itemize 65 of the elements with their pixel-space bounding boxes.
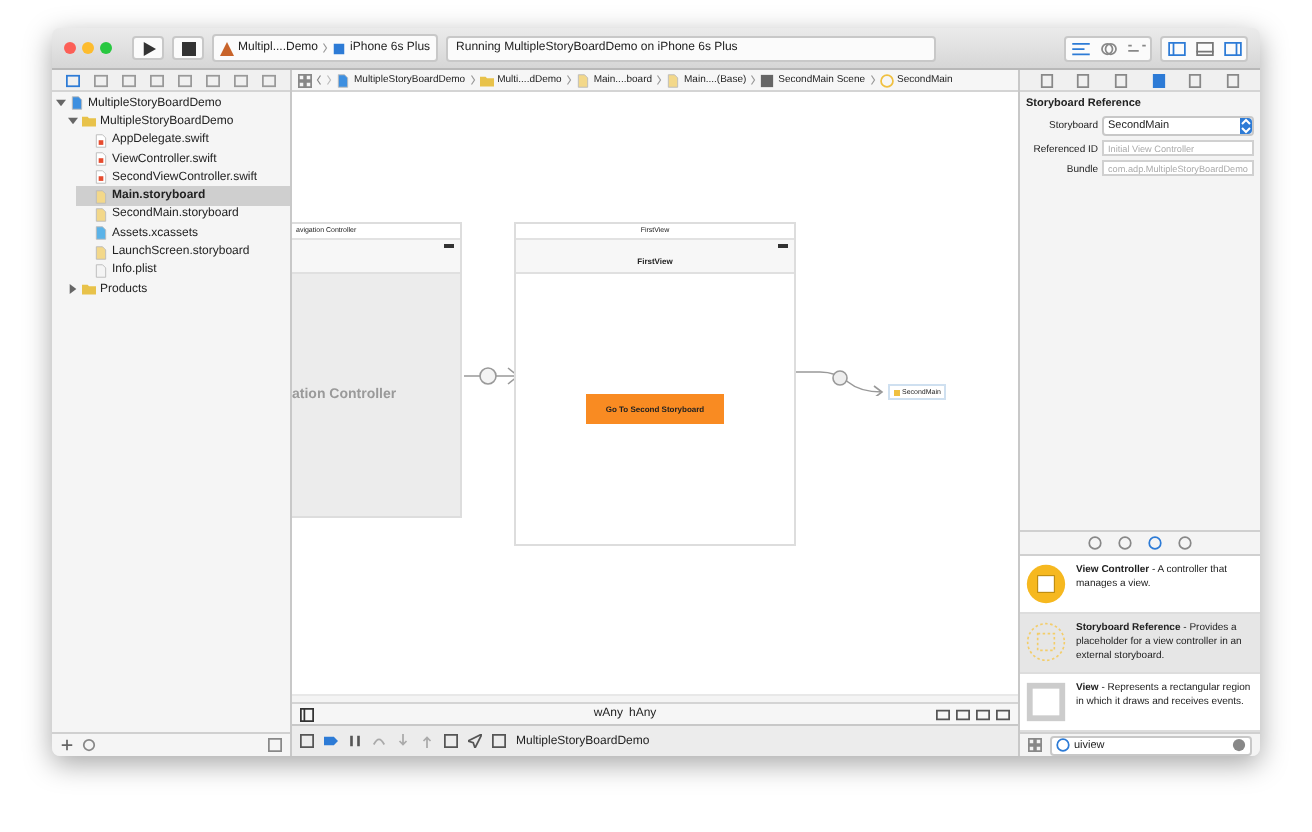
popup-arrows-icon bbox=[1240, 118, 1252, 134]
run-button[interactable] bbox=[132, 36, 164, 60]
standard-editor-button[interactable] bbox=[1066, 37, 1094, 59]
step-out-icon[interactable] bbox=[420, 734, 434, 748]
step-in-icon[interactable] bbox=[396, 734, 410, 748]
breakpoints-icon[interactable] bbox=[324, 734, 338, 748]
scene-icon bbox=[760, 73, 775, 87]
zoom-button[interactable] bbox=[100, 42, 112, 54]
disclosure-icon[interactable] bbox=[68, 284, 78, 295]
debug-toggle-button[interactable] bbox=[1190, 37, 1218, 59]
rings-icon bbox=[1099, 41, 1117, 55]
library-tab-icon[interactable] bbox=[1088, 536, 1102, 550]
chevron-icon bbox=[322, 42, 329, 54]
inspector-tab-icon[interactable] bbox=[1114, 73, 1129, 87]
file-icon bbox=[70, 96, 84, 111]
panel-icon bbox=[1223, 41, 1241, 55]
library-tab-icon[interactable] bbox=[1118, 536, 1132, 550]
inspector-tab-icon[interactable] bbox=[1076, 73, 1091, 87]
view-controller-icon bbox=[1026, 564, 1066, 604]
panel-icon bbox=[1195, 41, 1213, 55]
stop-icon bbox=[181, 41, 195, 55]
outline-toggle-icon[interactable] bbox=[300, 707, 314, 721]
object-library-icon[interactable] bbox=[1148, 536, 1162, 550]
pause-icon[interactable] bbox=[348, 734, 362, 748]
library-tab-icon[interactable] bbox=[1178, 536, 1192, 550]
lines-icon bbox=[1071, 41, 1089, 55]
back-icon[interactable] bbox=[316, 74, 322, 86]
chevron-icon bbox=[469, 74, 476, 86]
swift-file-icon bbox=[94, 133, 108, 148]
add-icon[interactable] bbox=[60, 738, 74, 752]
chevron-icon bbox=[565, 74, 572, 86]
attributes-inspector-icon[interactable] bbox=[1151, 73, 1166, 87]
forward-icon[interactable] bbox=[326, 74, 332, 86]
stop-button[interactable] bbox=[172, 36, 204, 60]
segue-arrow bbox=[796, 368, 888, 396]
grid-icon[interactable] bbox=[298, 73, 312, 87]
folder-tab-icon[interactable] bbox=[66, 73, 81, 87]
folder-icon bbox=[82, 114, 96, 129]
reference-icon bbox=[879, 73, 894, 87]
chevron-icon bbox=[656, 74, 663, 86]
inspector-tab-icon[interactable] bbox=[1039, 73, 1054, 87]
device-icon bbox=[332, 41, 347, 55]
chevron-icon bbox=[750, 74, 757, 86]
view-icon bbox=[1026, 682, 1066, 722]
close-button[interactable] bbox=[64, 42, 76, 54]
play-icon bbox=[141, 41, 155, 55]
storyboard-reference-icon bbox=[1026, 622, 1066, 662]
console-toggle-icon[interactable] bbox=[300, 734, 314, 748]
swift-file-icon bbox=[94, 170, 108, 185]
inspector-tab-icon[interactable] bbox=[1188, 73, 1203, 87]
utilities-toggle-button[interactable] bbox=[1218, 37, 1246, 59]
step-icon[interactable] bbox=[372, 734, 386, 748]
arrows-icon bbox=[1127, 41, 1145, 55]
filter-icon bbox=[1056, 738, 1070, 752]
filter-icon[interactable] bbox=[82, 738, 96, 752]
grid-view-icon[interactable] bbox=[1028, 738, 1042, 752]
view-debugger-icon[interactable] bbox=[444, 734, 458, 748]
swift-file-icon bbox=[94, 152, 108, 167]
inspector-tab-icon[interactable] bbox=[1226, 73, 1241, 87]
navigator-toggle-button[interactable] bbox=[1162, 37, 1190, 59]
location-icon[interactable] bbox=[468, 734, 482, 748]
chevron-icon bbox=[869, 74, 876, 86]
panel-icon bbox=[1167, 41, 1185, 55]
clear-icon[interactable] bbox=[1232, 738, 1246, 752]
folder-icon bbox=[82, 282, 96, 297]
